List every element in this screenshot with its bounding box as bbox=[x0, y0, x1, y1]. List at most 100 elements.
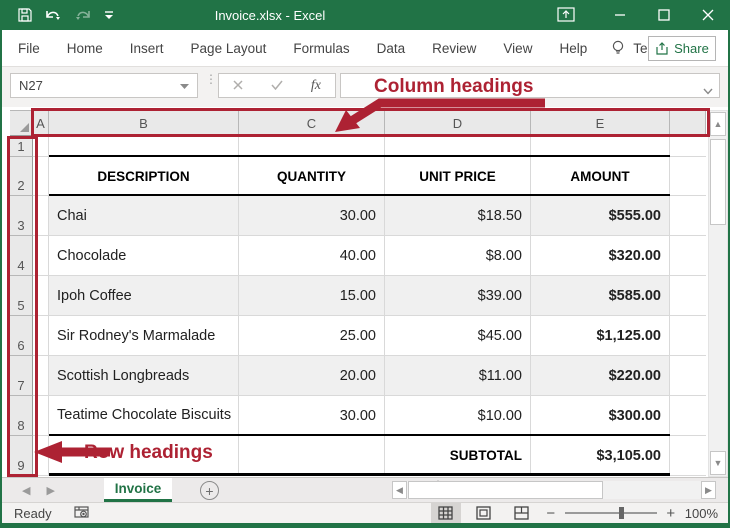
horizontal-scrollbar-thumb[interactable] bbox=[408, 481, 603, 499]
grid-row-3: Chai 30.00 $18.50 $555.00 bbox=[33, 196, 706, 236]
header-unit-price[interactable]: UNIT PRICE bbox=[385, 157, 531, 196]
cell-amount[interactable]: $585.00 bbox=[531, 276, 670, 316]
page-break-view-icon[interactable] bbox=[507, 503, 537, 523]
zoom-slider-thumb[interactable] bbox=[619, 507, 624, 519]
cell-amount[interactable]: $300.00 bbox=[531, 396, 670, 436]
cell[interactable] bbox=[239, 136, 385, 157]
cell[interactable] bbox=[670, 396, 706, 436]
vertical-scrollbar[interactable]: ▲ ▼ bbox=[708, 110, 728, 477]
minimize-button[interactable] bbox=[598, 0, 642, 30]
table-border-bottom bbox=[49, 473, 670, 476]
page-layout-view-icon[interactable] bbox=[469, 503, 499, 523]
maximize-button[interactable] bbox=[642, 0, 686, 30]
cell-description[interactable]: Chocolade bbox=[49, 236, 239, 276]
insert-function-icon[interactable]: fx bbox=[311, 78, 321, 94]
sheet-tab-invoice[interactable]: Invoice bbox=[104, 478, 172, 502]
zoom-level[interactable]: 100% bbox=[685, 506, 718, 521]
cell[interactable] bbox=[670, 196, 706, 236]
cell-description[interactable]: Teatime Chocolate Biscuits bbox=[49, 396, 239, 436]
cell-unit-price[interactable]: $39.00 bbox=[385, 276, 531, 316]
cell-description[interactable]: Chai bbox=[49, 196, 239, 236]
status-mode: Ready bbox=[14, 506, 52, 521]
cell[interactable] bbox=[385, 136, 531, 157]
scroll-down-icon[interactable]: ▼ bbox=[710, 451, 726, 475]
name-box-dropdown-icon[interactable] bbox=[180, 78, 189, 93]
undo-icon[interactable] bbox=[40, 5, 66, 25]
name-box[interactable]: N27 bbox=[10, 73, 198, 98]
scroll-up-icon[interactable]: ▲ bbox=[710, 112, 726, 136]
table-border-subtotal-top bbox=[49, 434, 670, 436]
lightbulb-icon bbox=[611, 40, 625, 57]
tab-view[interactable]: View bbox=[503, 41, 532, 56]
sheet-next-icon[interactable]: ▶ bbox=[46, 484, 54, 497]
tab-home[interactable]: Home bbox=[67, 41, 103, 56]
header-amount[interactable]: AMOUNT bbox=[531, 157, 670, 196]
cell-quantity[interactable]: 25.00 bbox=[239, 316, 385, 356]
cell-amount[interactable]: $555.00 bbox=[531, 196, 670, 236]
cell-unit-price[interactable]: $8.00 bbox=[385, 236, 531, 276]
cell-quantity[interactable]: 15.00 bbox=[239, 276, 385, 316]
cell-description[interactable]: Sir Rodney's Marmalade bbox=[49, 316, 239, 356]
scroll-left-icon[interactable]: ◀ bbox=[392, 481, 407, 499]
macro-record-icon[interactable] bbox=[74, 505, 90, 522]
zoom-slider[interactable] bbox=[565, 512, 657, 514]
cell-description[interactable]: Ipoh Coffee bbox=[49, 276, 239, 316]
share-button[interactable]: Share bbox=[648, 36, 716, 61]
ribbon-display-options-icon[interactable] bbox=[548, 0, 584, 30]
tab-help[interactable]: Help bbox=[559, 41, 587, 56]
new-sheet-icon[interactable]: + bbox=[200, 481, 219, 500]
header-quantity[interactable]: QUANTITY bbox=[239, 157, 385, 196]
zoom-out-icon[interactable]: − bbox=[545, 505, 557, 522]
cell-quantity[interactable]: 30.00 bbox=[239, 396, 385, 436]
cell[interactable] bbox=[531, 136, 670, 157]
cell[interactable] bbox=[670, 276, 706, 316]
zoom-in-icon[interactable]: + bbox=[665, 505, 677, 522]
cell-amount[interactable]: $220.00 bbox=[531, 356, 670, 396]
cell-quantity[interactable]: 20.00 bbox=[239, 356, 385, 396]
enter-icon[interactable] bbox=[271, 77, 283, 95]
cell[interactable] bbox=[670, 356, 706, 396]
cell-amount[interactable]: $1,125.00 bbox=[531, 316, 670, 356]
cell[interactable] bbox=[670, 316, 706, 356]
tab-insert[interactable]: Insert bbox=[130, 41, 164, 56]
name-box-value: N27 bbox=[19, 78, 43, 93]
cell-unit-price[interactable]: $45.00 bbox=[385, 316, 531, 356]
row-headings-label: Row headings bbox=[84, 442, 213, 464]
share-icon bbox=[655, 42, 669, 55]
tab-page-layout[interactable]: Page Layout bbox=[191, 41, 267, 56]
horizontal-scrollbar[interactable]: ◀ ▶ bbox=[392, 481, 716, 499]
cell-unit-price[interactable]: $11.00 bbox=[385, 356, 531, 396]
cell-amount[interactable]: $320.00 bbox=[531, 236, 670, 276]
select-all-corner[interactable] bbox=[10, 110, 33, 136]
cell-unit-price[interactable]: $10.00 bbox=[385, 396, 531, 436]
cell-subtotal-label[interactable]: SUBTOTAL bbox=[385, 436, 531, 476]
cancel-icon[interactable] bbox=[233, 77, 243, 95]
cell[interactable] bbox=[670, 436, 706, 476]
tab-file[interactable]: File bbox=[18, 41, 40, 56]
header-description[interactable]: DESCRIPTION bbox=[49, 157, 239, 196]
save-icon[interactable] bbox=[14, 5, 36, 25]
cell-subtotal-amount[interactable]: $3,105.00 bbox=[531, 436, 670, 476]
normal-view-icon[interactable] bbox=[431, 503, 461, 523]
sheet-prev-icon[interactable]: ◀ bbox=[22, 484, 30, 497]
window-title: Invoice.xlsx - Excel bbox=[160, 8, 380, 23]
customize-qat-icon[interactable] bbox=[100, 6, 118, 24]
cell[interactable] bbox=[49, 136, 239, 157]
cell-unit-price[interactable]: $18.50 bbox=[385, 196, 531, 236]
tab-data[interactable]: Data bbox=[377, 41, 406, 56]
cell[interactable] bbox=[670, 236, 706, 276]
tab-formulas[interactable]: Formulas bbox=[293, 41, 349, 56]
cell-description[interactable]: Scottish Longbreads bbox=[49, 356, 239, 396]
cell-quantity[interactable]: 40.00 bbox=[239, 236, 385, 276]
scroll-right-icon[interactable]: ▶ bbox=[701, 481, 716, 499]
vertical-scrollbar-thumb[interactable] bbox=[710, 139, 726, 225]
sheet-tab-bar: ◀ ▶ Invoice + ⋮ ◀ ▶ bbox=[2, 477, 728, 502]
grid-row-5: Ipoh Coffee 15.00 $39.00 $585.00 bbox=[33, 276, 706, 316]
formula-bar-expand-icon[interactable] bbox=[703, 82, 713, 100]
close-button[interactable] bbox=[686, 0, 730, 30]
cell-quantity[interactable]: 30.00 bbox=[239, 196, 385, 236]
tab-review[interactable]: Review bbox=[432, 41, 476, 56]
cell[interactable] bbox=[670, 136, 706, 157]
cell[interactable] bbox=[670, 157, 706, 196]
cell[interactable] bbox=[239, 436, 385, 476]
